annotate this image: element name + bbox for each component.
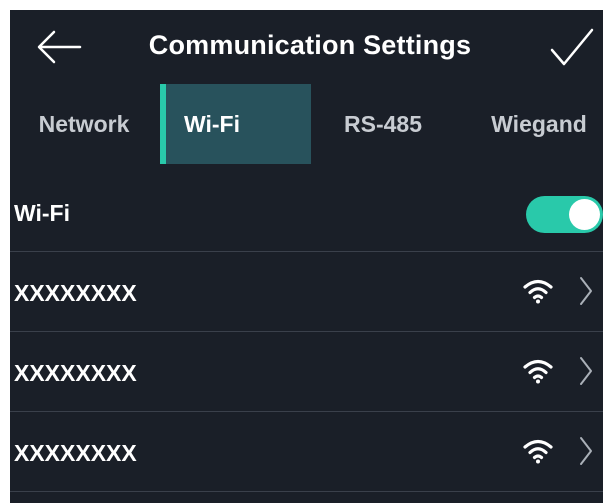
tab-network[interactable]: Network [10,84,158,164]
tab-bar: Network Wi-Fi RS-485 Wiegand [10,84,603,164]
wifi-toggle-label: Wi-Fi [14,200,70,226]
network-name: XXXXXXXX [14,360,137,386]
wifi-toggle-switch[interactable] [526,196,603,233]
chevron-right-icon [580,357,592,385]
arrow-left-icon [37,30,82,64]
network-list-item[interactable]: XXXXXXXX [10,412,603,492]
chevron-right-icon [580,277,592,305]
network-list-item[interactable]: XXXXXXXX [10,332,603,412]
confirm-button[interactable] [546,24,598,70]
communication-settings-screen: Communication Settings Network Wi-Fi RS-… [10,10,603,503]
back-button[interactable] [32,26,84,68]
network-name: XXXXXXXX [14,440,137,466]
tab-wiegand[interactable]: Wiegand [475,84,603,164]
wifi-signal-icon [523,279,553,304]
divider [10,491,603,492]
toggle-knob [569,199,600,230]
page-title: Communication Settings [148,30,472,60]
wifi-signal-icon [523,439,553,464]
wifi-signal-icon [523,359,553,384]
header: Communication Settings [10,10,603,84]
network-name: XXXXXXXX [14,280,137,306]
tab-rs485[interactable]: RS-485 [313,84,453,164]
checkmark-icon [550,28,594,66]
network-list-item[interactable]: XXXXXXXX [10,252,603,332]
wifi-toggle-row: Wi-Fi [10,172,603,252]
tab-wifi[interactable]: Wi-Fi [160,84,311,164]
chevron-right-icon [580,437,592,465]
